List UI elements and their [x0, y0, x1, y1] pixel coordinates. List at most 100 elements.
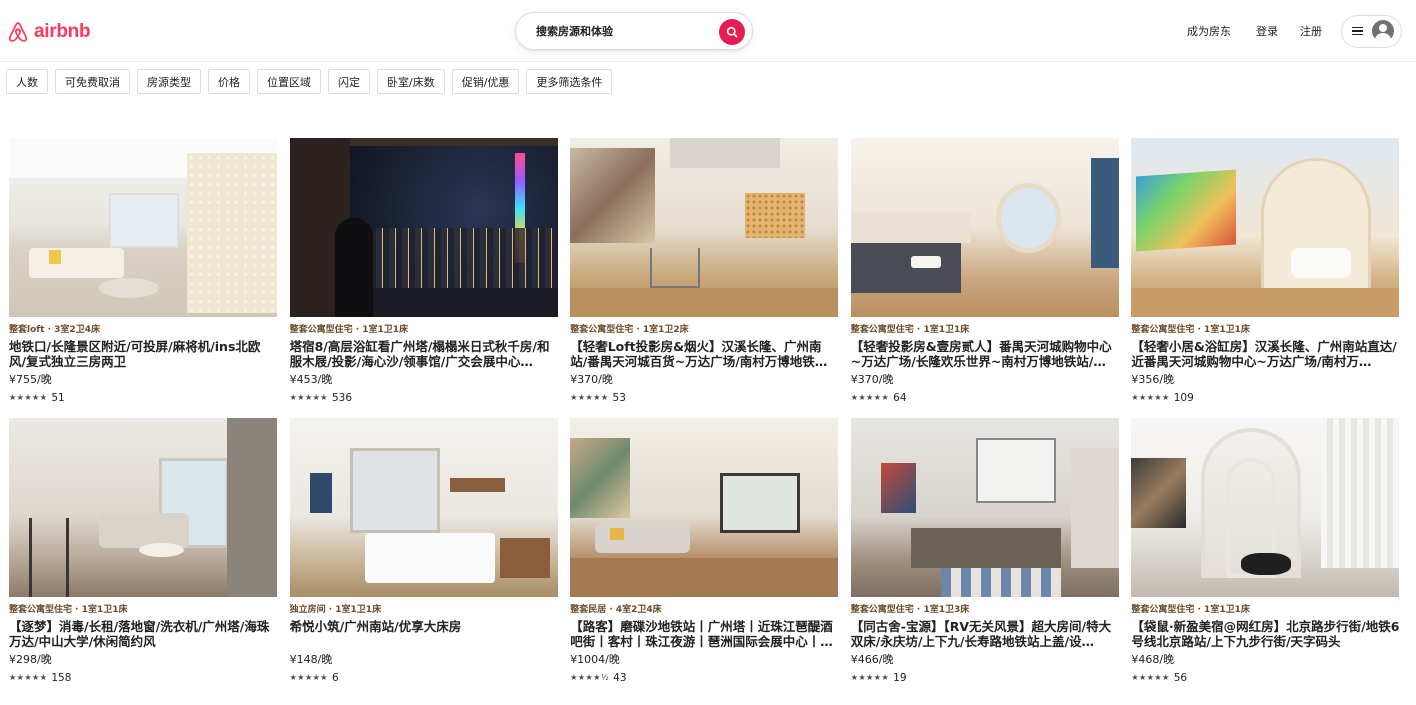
- listing-rating: ★★★★★ 6: [290, 671, 558, 684]
- review-count: 158: [51, 671, 72, 684]
- filter-instant-book[interactable]: 闪定: [328, 69, 370, 94]
- listing-meta: 整套公寓型住宅 · 1室1卫1床: [289, 325, 409, 335]
- filter-rooms-beds[interactable]: 卧室/床数: [377, 69, 445, 94]
- star-rating-icon: ★★★★★: [9, 393, 48, 402]
- listing-photo[interactable]: [850, 138, 1119, 317]
- listings-grid: 整套loft · 3室2卫4床 地铁口/长隆景区附近/可投屏/麻将机/ins北欧…: [9, 138, 1400, 688]
- listing-meta: 整套民居 · 4室2卫4床: [570, 605, 662, 615]
- become-host-link[interactable]: 成为房东: [1176, 23, 1245, 39]
- listing-card[interactable]: 整套民居 · 4室2卫4床 【路客】磨碟沙地铁站丨广州塔丨近珠江琶醍酒吧街丨客村…: [570, 418, 839, 688]
- user-menu-button[interactable]: [1341, 14, 1402, 48]
- filter-property-type[interactable]: 房源类型: [137, 69, 201, 94]
- listing-photo[interactable]: [289, 418, 558, 597]
- listing-photo[interactable]: [9, 138, 277, 317]
- brand-name: airbnb: [34, 21, 91, 42]
- filter-more[interactable]: 更多筛选条件: [526, 69, 613, 94]
- listing-price: ¥298/晚: [9, 653, 52, 666]
- filter-price[interactable]: 价格: [208, 69, 250, 94]
- review-count: 53: [612, 391, 626, 404]
- star-rating-icon: ★★★★★: [850, 393, 890, 402]
- star-rating-icon: ★★★★★: [289, 393, 328, 402]
- listing-meta: 整套公寓型住宅 · 1室1卫1床: [9, 605, 128, 615]
- listing-rating: ★★★★★ 536: [290, 391, 558, 404]
- search-button[interactable]: [719, 19, 745, 45]
- filter-guests[interactable]: 人数: [6, 69, 48, 94]
- listing-photo[interactable]: [1131, 418, 1400, 597]
- filter-bar: 人数 可免费取消 房源类型 价格 位置区域 闪定 卧室/床数 促销/优惠 更多筛…: [6, 69, 613, 94]
- review-count: 64: [893, 391, 907, 404]
- signup-link[interactable]: 注册: [1289, 23, 1333, 39]
- listing-card[interactable]: 整套公寓型住宅 · 1室1卫1床 【逐梦】消毒/长租/落地窗/洗衣机/广州塔/海…: [9, 418, 277, 688]
- listing-card[interactable]: 整套公寓型住宅 · 1室1卫1床 塔宿8/高层浴缸看广州塔/榻榻米日式秋千房/和…: [289, 138, 558, 408]
- review-count: 109: [1173, 391, 1194, 404]
- listing-title[interactable]: 塔宿8/高层浴缸看广州塔/榻榻米日式秋千房/和服木屐/投影/海心沙/领事馆/广交…: [290, 339, 558, 369]
- listing-meta: 整套公寓型住宅 · 1室1卫2床: [570, 325, 689, 335]
- airbnb-logo[interactable]: airbnb: [6, 18, 91, 46]
- listing-rating: ★★★★★ 19: [851, 671, 1119, 684]
- listing-photo[interactable]: [570, 138, 839, 317]
- listing-meta: 整套公寓型住宅 · 1室1卫1床: [850, 325, 970, 335]
- review-count: 536: [331, 391, 352, 404]
- listing-title[interactable]: 【袋鼠·新盈美宿@网红房】北京路步行街/地铁6号线北京路站/上下九步行街/天字码…: [1131, 619, 1399, 649]
- star-rating-icon: ★★★★★: [850, 673, 890, 682]
- listing-photo[interactable]: [850, 418, 1119, 597]
- review-count: 19: [893, 671, 907, 684]
- listing-photo[interactable]: [570, 418, 839, 597]
- review-count: 6: [331, 671, 339, 684]
- listing-rating: ★★★★★ 158: [9, 671, 277, 684]
- listing-rating: ★★★★★ 51: [9, 391, 277, 404]
- listing-meta: 整套公寓型住宅 · 1室1卫3床: [850, 605, 970, 615]
- listing-rating: ★★★★½ 43: [570, 671, 838, 684]
- listing-meta: 整套公寓型住宅 · 1室1卫1床: [1131, 325, 1250, 335]
- listing-price: ¥370/晚: [570, 373, 613, 386]
- listing-card[interactable]: 独立房间 · 1室1卫1床 希悦小筑/广州南站/优享大床房 ¥148/晚 ★★★…: [289, 418, 558, 688]
- login-link[interactable]: 登录: [1245, 23, 1289, 39]
- listing-card[interactable]: 整套公寓型住宅 · 1室1卫1床 【轻奢投影房&壹房贰人】番禺天河城购物中心~万…: [850, 138, 1119, 408]
- listing-photo[interactable]: [1131, 138, 1400, 317]
- listing-title[interactable]: 地铁口/长隆景区附近/可投屏/麻将机/ins北欧风/复式独立三房两卫: [9, 339, 277, 369]
- search-bar[interactable]: [515, 12, 753, 50]
- listing-rating: ★★★★★ 56: [1131, 671, 1399, 684]
- listing-photo[interactable]: [9, 418, 277, 597]
- listing-price: ¥468/晚: [1131, 653, 1175, 666]
- listing-rating: ★★★★★ 53: [570, 391, 838, 404]
- listing-price: ¥370/晚: [850, 373, 894, 386]
- listing-title[interactable]: 希悦小筑/广州南站/优享大床房: [290, 619, 558, 649]
- top-header: airbnb 成为房东 登录 注册: [0, 0, 1416, 62]
- search-icon: [726, 26, 738, 38]
- review-count: 51: [51, 391, 65, 404]
- filter-free-cancellation[interactable]: 可免费取消: [55, 69, 130, 94]
- star-rating-icon: ★★★★★: [1131, 673, 1170, 682]
- airbnb-logo-icon: [8, 22, 28, 42]
- listing-title[interactable]: 【轻奢Loft投影房&烟火】汉溪长隆、广州南站/番禺天河城百货~万达广场/南村万…: [570, 339, 838, 369]
- listing-card[interactable]: 整套公寓型住宅 · 1室1卫2床 【轻奢Loft投影房&烟火】汉溪长隆、广州南站…: [570, 138, 839, 408]
- listing-title[interactable]: 【轻奢投影房&壹房贰人】番禺天河城购物中心~万达广场/长隆欢乐世界~南村万博地铁…: [851, 339, 1119, 369]
- listing-price: ¥755/晚: [9, 373, 52, 386]
- listing-meta: 独立房间 · 1室1卫1床: [289, 605, 382, 615]
- listing-price: ¥466/晚: [850, 653, 894, 666]
- listing-photo[interactable]: [289, 138, 558, 317]
- star-rating-icon: ★★★★★: [9, 673, 48, 682]
- star-rating-icon: ★★★★★: [289, 673, 328, 682]
- search-input[interactable]: [536, 24, 706, 38]
- listing-card[interactable]: 整套公寓型住宅 · 1室1卫1床 【袋鼠·新盈美宿@网红房】北京路步行街/地铁6…: [1131, 418, 1400, 688]
- header-right-nav: 成为房东 登录 注册: [1176, 14, 1402, 48]
- hamburger-icon: [1352, 26, 1363, 36]
- listing-title[interactable]: 【轻奢小居&浴缸房】汉溪长隆、广州南站直达/近番禺天河城购物中心~万达广场/南村…: [1131, 339, 1399, 369]
- filter-promotions[interactable]: 促销/优惠: [451, 69, 520, 94]
- listing-title[interactable]: 【同古舍-宝源】【RV无关风景】超大房间/特大双床/永庆坊/上下九/长寿路地铁站…: [851, 619, 1119, 649]
- filter-location[interactable]: 位置区域: [257, 69, 321, 94]
- listing-rating: ★★★★★ 109: [1131, 391, 1399, 404]
- listing-title[interactable]: 【路客】磨碟沙地铁站丨广州塔丨近珠江琶醍酒吧街丨客村丨珠江夜游丨琶洲国际会展中心…: [570, 619, 838, 649]
- listing-card[interactable]: 整套公寓型住宅 · 1室1卫1床 【轻奢小居&浴缸房】汉溪长隆、广州南站直达/近…: [1131, 138, 1400, 408]
- listing-meta: 整套公寓型住宅 · 1室1卫1床: [1131, 605, 1250, 615]
- listing-card[interactable]: 整套loft · 3室2卫4床 地铁口/长隆景区附近/可投屏/麻将机/ins北欧…: [9, 138, 277, 408]
- review-count: 56: [1173, 671, 1188, 684]
- listing-price: ¥148/晚: [289, 653, 333, 666]
- listing-price: ¥1004/晚: [570, 653, 620, 666]
- listing-meta: 整套loft · 3室2卫4床: [9, 325, 100, 335]
- star-rating-icon: ★★★★½: [570, 673, 610, 682]
- listing-title[interactable]: 【逐梦】消毒/长租/落地窗/洗衣机/广州塔/海珠万达/中山大学/休闲简约风: [9, 619, 277, 649]
- review-count: 43: [613, 671, 627, 684]
- listing-card[interactable]: 整套公寓型住宅 · 1室1卫3床 【同古舍-宝源】【RV无关风景】超大房间/特大…: [850, 418, 1119, 688]
